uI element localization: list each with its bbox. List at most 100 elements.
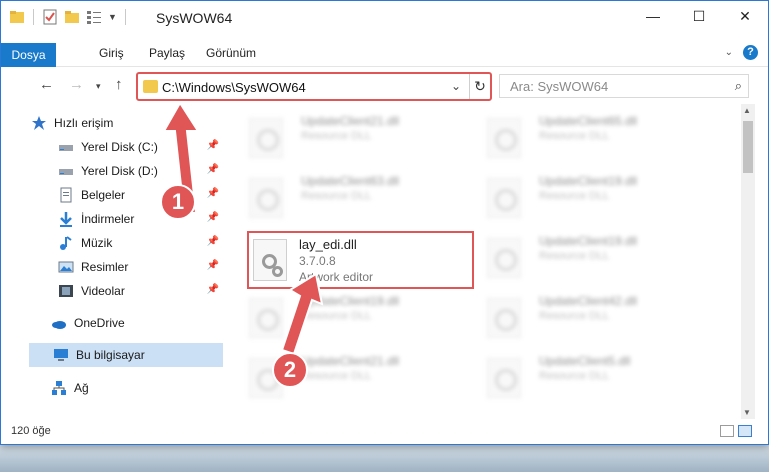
- nav-network[interactable]: Ağ: [51, 376, 223, 400]
- drive-icon: [58, 139, 74, 155]
- file-item[interactable]: UpdateClient5.dll Resource DLL: [479, 346, 709, 406]
- nav-label: Ağ: [74, 381, 89, 395]
- pictures-icon: [58, 259, 74, 275]
- dll-file-icon: [487, 298, 521, 338]
- qat-dropdown-icon[interactable]: ▼: [108, 12, 117, 22]
- back-arrow-icon[interactable]: ←: [39, 76, 54, 93]
- file-description: Resource DLL: [539, 310, 610, 322]
- computer-icon: [53, 347, 69, 363]
- videos-icon: [58, 283, 74, 299]
- dll-file-icon: [249, 178, 283, 218]
- folder-icon: [143, 80, 158, 93]
- file-item[interactable]: UpdateClient21.dll Resource DLL: [241, 106, 471, 166]
- tab-share[interactable]: Paylaş: [149, 41, 185, 65]
- file-name: UpdateClient19.dll: [539, 174, 638, 188]
- nav-item-music[interactable]: Müzik 📌: [58, 231, 223, 255]
- file-description: Resource DLL: [301, 370, 372, 382]
- file-name: lay_edi.dll: [299, 237, 357, 252]
- tab-view[interactable]: Görünüm: [206, 41, 256, 65]
- up-arrow-icon[interactable]: ↑: [115, 76, 123, 93]
- nav-label: İndirmeler: [81, 212, 135, 226]
- file-description: Resource DLL: [539, 130, 610, 142]
- dll-file-icon: [487, 358, 521, 398]
- file-name: UpdateClient5.dll: [539, 354, 631, 368]
- nav-label: Yerel Disk (D:): [81, 164, 158, 178]
- file-version: 3.7.0.8: [299, 254, 336, 268]
- nav-label: Hızlı erişim: [54, 116, 114, 130]
- nav-label: Resimler: [81, 260, 129, 274]
- scrollbar-thumb[interactable]: [743, 121, 753, 173]
- quick-access-toolbar: ▼: [9, 9, 128, 25]
- address-dropdown-icon[interactable]: ⌄: [451, 79, 461, 93]
- dll-file-icon: [487, 238, 521, 278]
- new-folder-icon[interactable]: [64, 9, 80, 25]
- network-icon: [51, 380, 67, 396]
- file-name: UpdateClient42.dll: [539, 294, 638, 308]
- recent-locations-icon[interactable]: ▾: [96, 81, 101, 92]
- pin-icon[interactable]: 📌: [207, 284, 219, 295]
- file-description: Resource DLL: [301, 190, 372, 202]
- view-list-icon[interactable]: [86, 9, 102, 25]
- window-controls: — ☐ ✕: [630, 1, 768, 31]
- address-row: ← → ▾ ↑ C:\Windows\SysWOW64 ⌄ ↻ Ara: Sys…: [1, 68, 768, 104]
- address-path[interactable]: C:\Windows\SysWOW64: [162, 80, 306, 95]
- nav-label: OneDrive: [74, 316, 125, 330]
- item-count: 120 öğe: [11, 425, 51, 437]
- tab-file[interactable]: Dosya: [1, 43, 56, 67]
- details-view-icon[interactable]: [720, 425, 734, 437]
- file-item[interactable]: UpdateClient63.dll Resource DLL: [241, 166, 471, 226]
- file-name: UpdateClient21.dll: [301, 114, 400, 128]
- minimize-button[interactable]: —: [630, 1, 676, 31]
- nav-item-videos[interactable]: Videolar 📌: [58, 279, 223, 303]
- nav-onedrive[interactable]: OneDrive: [51, 311, 223, 335]
- step-badge-1: 1: [160, 184, 196, 220]
- music-icon: [58, 235, 74, 251]
- status-bar: 120 öğe: [1, 421, 768, 443]
- file-description: Resource DLL: [539, 250, 610, 262]
- dll-file-icon: [249, 118, 283, 158]
- dll-file-icon: [487, 118, 521, 158]
- search-placeholder: Ara: SysWOW64: [510, 79, 609, 94]
- pin-icon[interactable]: 📌: [207, 260, 219, 271]
- ribbon-tabs: Dosya Giriş Paylaş Görünüm ⌄ ?: [1, 33, 768, 67]
- search-input[interactable]: Ara: SysWOW64 ⌕: [499, 74, 749, 98]
- ribbon-controls: ⌄ ?: [725, 45, 758, 60]
- star-icon: [31, 115, 47, 131]
- window-title: SysWOW64: [156, 10, 233, 26]
- expand-ribbon-icon[interactable]: ⌄: [725, 47, 733, 58]
- nav-label: Yerel Disk (C:): [81, 140, 158, 154]
- close-button[interactable]: ✕: [722, 1, 768, 31]
- scroll-down-icon[interactable]: ▼: [743, 408, 751, 417]
- nav-item-pictures[interactable]: Resimler 📌: [58, 255, 223, 279]
- dll-file-icon: [487, 178, 521, 218]
- tiles-view-icon[interactable]: [738, 425, 752, 437]
- properties-icon[interactable]: [42, 9, 58, 25]
- vertical-scrollbar[interactable]: ▲ ▼: [741, 104, 755, 419]
- annotation-arrow-2: [280, 272, 324, 356]
- file-description: Resource DLL: [539, 190, 610, 202]
- nav-label: Videolar: [81, 284, 125, 298]
- step-badge-2: 2: [272, 352, 308, 388]
- file-description: Resource DLL: [539, 370, 610, 382]
- file-item[interactable]: UpdateClient19.dll Resource DLL: [479, 226, 709, 286]
- scroll-up-icon[interactable]: ▲: [743, 106, 751, 115]
- refresh-icon[interactable]: ↻: [469, 74, 490, 99]
- search-icon[interactable]: ⌕: [735, 78, 742, 94]
- tab-home[interactable]: Giriş: [99, 41, 124, 65]
- maximize-button[interactable]: ☐: [676, 1, 722, 31]
- nav-this-pc[interactable]: Bu bilgisayar: [29, 343, 223, 367]
- file-item[interactable]: UpdateClient42.dll Resource DLL: [479, 286, 709, 346]
- desktop-wallpaper-strip: [0, 442, 769, 472]
- nav-label: Müzik: [81, 236, 113, 250]
- drive-icon: [58, 163, 74, 179]
- downloads-icon: [58, 211, 74, 227]
- file-name: UpdateClient63.dll: [301, 174, 400, 188]
- toolbar-separator: [33, 9, 34, 25]
- pin-icon[interactable]: 📌: [207, 236, 219, 247]
- documents-icon: [58, 187, 74, 203]
- help-icon[interactable]: ?: [743, 45, 758, 60]
- folder-icon: [9, 9, 25, 25]
- file-item[interactable]: UpdateClient65.dll Resource DLL: [479, 106, 709, 166]
- forward-arrow-icon[interactable]: →: [69, 76, 84, 93]
- file-item[interactable]: UpdateClient19.dll Resource DLL: [479, 166, 709, 226]
